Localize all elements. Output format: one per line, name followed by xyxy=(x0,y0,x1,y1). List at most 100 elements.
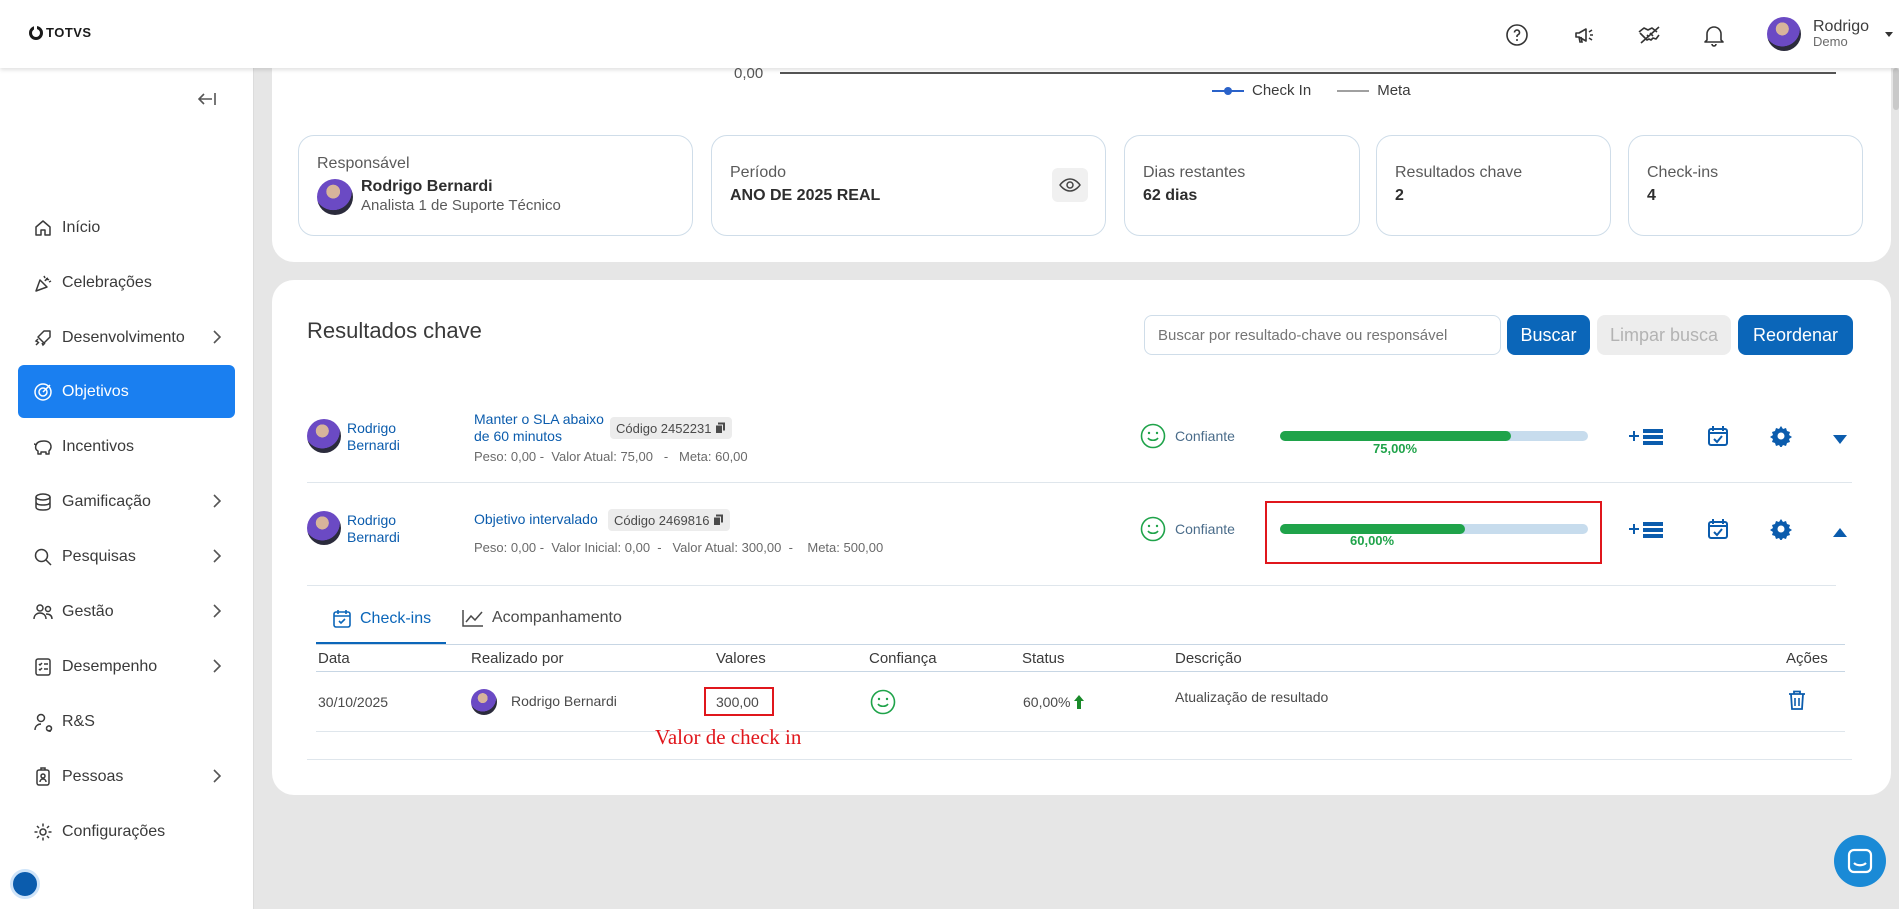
resultados-chave-label: Resultados chave xyxy=(1395,164,1523,181)
calendar-check-icon[interactable] xyxy=(1707,518,1729,543)
tab-acompanhamento-label: Acompanhamento xyxy=(492,609,622,626)
sidebar-item-configuracoes[interactable]: Configurações xyxy=(18,805,235,858)
user-subtitle: Demo xyxy=(1813,34,1848,49)
kr-owner-avatar xyxy=(307,511,341,545)
eye-icon xyxy=(1059,178,1081,192)
sidebar-item-label: Pessoas xyxy=(62,767,124,785)
kr-owner-last-name: Bernardi xyxy=(347,437,400,453)
kr-meta: Peso: 0,00 - Valor Atual: 75,00 - Meta: … xyxy=(474,449,748,464)
responsavel-avatar xyxy=(317,179,353,215)
chevron-up-icon[interactable] xyxy=(1833,524,1847,540)
checkin-status: 60,00% xyxy=(1023,694,1085,710)
calendar-check-icon[interactable] xyxy=(1707,425,1729,450)
collapse-sidebar-icon[interactable] xyxy=(197,90,216,111)
search-icon xyxy=(32,546,54,568)
sidebar-item-pesquisas[interactable]: Pesquisas xyxy=(18,530,235,583)
chevron-right-icon xyxy=(213,659,222,678)
handshake-icon[interactable] xyxy=(1637,22,1663,48)
kr-owner-last-name: Bernardi xyxy=(347,529,400,545)
col-header-status: Status xyxy=(1022,650,1065,667)
target-icon xyxy=(32,381,54,403)
checkin-description: Atualização de resultado xyxy=(1175,689,1329,705)
gear-icon[interactable] xyxy=(1770,518,1792,543)
key-results-search-input[interactable] xyxy=(1144,315,1501,355)
checkins-value: 4 xyxy=(1647,187,1656,204)
chevron-right-icon xyxy=(213,604,222,623)
chart-legend: Check In Meta xyxy=(1212,82,1411,99)
copy-icon xyxy=(715,422,726,434)
key-results-title: Resultados chave xyxy=(307,318,482,343)
chevron-down-icon[interactable] xyxy=(1833,431,1847,447)
kr-progress-label: 75,00% xyxy=(1373,441,1418,456)
sidebar-item-label: Configurações xyxy=(62,822,166,840)
chat-icon xyxy=(1847,848,1873,874)
people-icon xyxy=(32,601,54,623)
search-button[interactable]: Buscar xyxy=(1507,315,1590,355)
sidebar-item-incentivos[interactable]: Incentivos xyxy=(18,420,235,473)
sidebar-item-gestao[interactable]: Gestão xyxy=(18,585,235,638)
sidebar-item-label: Gamificação xyxy=(62,492,151,510)
kr-progress-bar xyxy=(1280,524,1588,534)
kr-code-chip[interactable]: Código 2469816 xyxy=(608,509,731,531)
row-divider xyxy=(307,585,1836,586)
totvs-logo[interactable]: TOTVS xyxy=(29,25,92,40)
col-header-data: Data xyxy=(318,650,350,667)
sidebar-item-pessoas[interactable]: Pessoas xyxy=(18,750,235,803)
scrollbar[interactable] xyxy=(1893,68,1899,110)
tab-checkins-label: Check-ins xyxy=(360,610,432,627)
chat-button[interactable] xyxy=(1834,835,1886,887)
megaphone-icon[interactable] xyxy=(1571,22,1597,48)
clear-search-button[interactable]: Limpar busca xyxy=(1597,315,1731,355)
tab-acompanhamento[interactable]: Acompanhamento xyxy=(462,609,622,627)
checkin-user-name: Rodrigo Bernardi xyxy=(511,693,617,709)
sidebar-item-inicio[interactable]: Início xyxy=(18,201,235,254)
sidebar-item-label: Celebrações xyxy=(62,273,152,291)
col-header-valores: Valores xyxy=(716,650,766,667)
add-checkin-icon[interactable] xyxy=(1628,519,1664,542)
user-info: Rodrigo Demo xyxy=(1813,19,1869,49)
copy-icon xyxy=(713,514,724,526)
dias-restantes-box: Dias restantes 62 dias xyxy=(1124,135,1360,236)
kr-confidence-label: Confiante xyxy=(1175,521,1235,537)
kr-confidence-label: Confiante xyxy=(1175,428,1235,444)
chevron-right-icon xyxy=(213,494,222,513)
periodo-label: Período xyxy=(730,164,787,181)
checkin-status-value: 60,00% xyxy=(1023,694,1071,710)
responsavel-name: Rodrigo Bernardi xyxy=(361,178,493,195)
chevron-right-icon xyxy=(213,330,222,349)
bell-icon[interactable] xyxy=(1701,22,1727,48)
col-header-acoes: Ações xyxy=(1786,650,1828,667)
user-search-icon xyxy=(32,711,54,733)
resultados-chave-value: 2 xyxy=(1395,187,1404,204)
sidebar-item-label: Pesquisas xyxy=(62,547,136,565)
add-checkin-icon[interactable] xyxy=(1628,426,1664,449)
kr-title-line2[interactable]: de 60 minutos xyxy=(474,428,562,445)
sidebar-item-desenvolvimento[interactable]: Desenvolvimento xyxy=(18,311,235,364)
trash-icon[interactable] xyxy=(1788,690,1806,713)
gear-icon[interactable] xyxy=(1770,425,1792,450)
checkin-user-avatar xyxy=(471,689,497,715)
accessibility-icon[interactable] xyxy=(10,869,40,899)
view-period-button[interactable] xyxy=(1052,168,1088,202)
tab-checkins[interactable]: Check-ins xyxy=(332,609,431,629)
smiley-icon xyxy=(1140,516,1166,545)
chart-axis-line xyxy=(780,72,1836,74)
kr-title-line1[interactable]: Objetivo intervalado xyxy=(474,511,598,528)
sidebar-item-celebracoes[interactable]: Celebrações xyxy=(18,256,235,309)
user-menu[interactable]: Rodrigo Demo xyxy=(1767,17,1894,51)
calendar-check-icon xyxy=(333,610,351,628)
annotation-text: Valor de check in xyxy=(655,725,802,749)
kr-title-line1[interactable]: Manter o SLA abaixo xyxy=(474,411,604,428)
kr-code-chip[interactable]: Código 2452231 xyxy=(610,417,733,439)
piggy-bank-icon xyxy=(32,436,54,458)
checkin-date: 30/10/2025 xyxy=(318,694,389,710)
sidebar-item-desempenho[interactable]: Desempenho xyxy=(18,640,235,693)
rocket-icon xyxy=(32,327,54,349)
help-icon[interactable] xyxy=(1504,22,1530,48)
reorder-button[interactable]: Reordenar xyxy=(1738,315,1853,355)
sidebar-item-objetivos[interactable]: Objetivos xyxy=(18,365,235,418)
tabs-divider xyxy=(316,644,1845,645)
kr-owner-first-name: Rodrigo xyxy=(347,420,397,436)
sidebar-item-rs[interactable]: R&S xyxy=(18,695,235,748)
sidebar-item-gamificacao[interactable]: Gamificação xyxy=(18,475,235,528)
